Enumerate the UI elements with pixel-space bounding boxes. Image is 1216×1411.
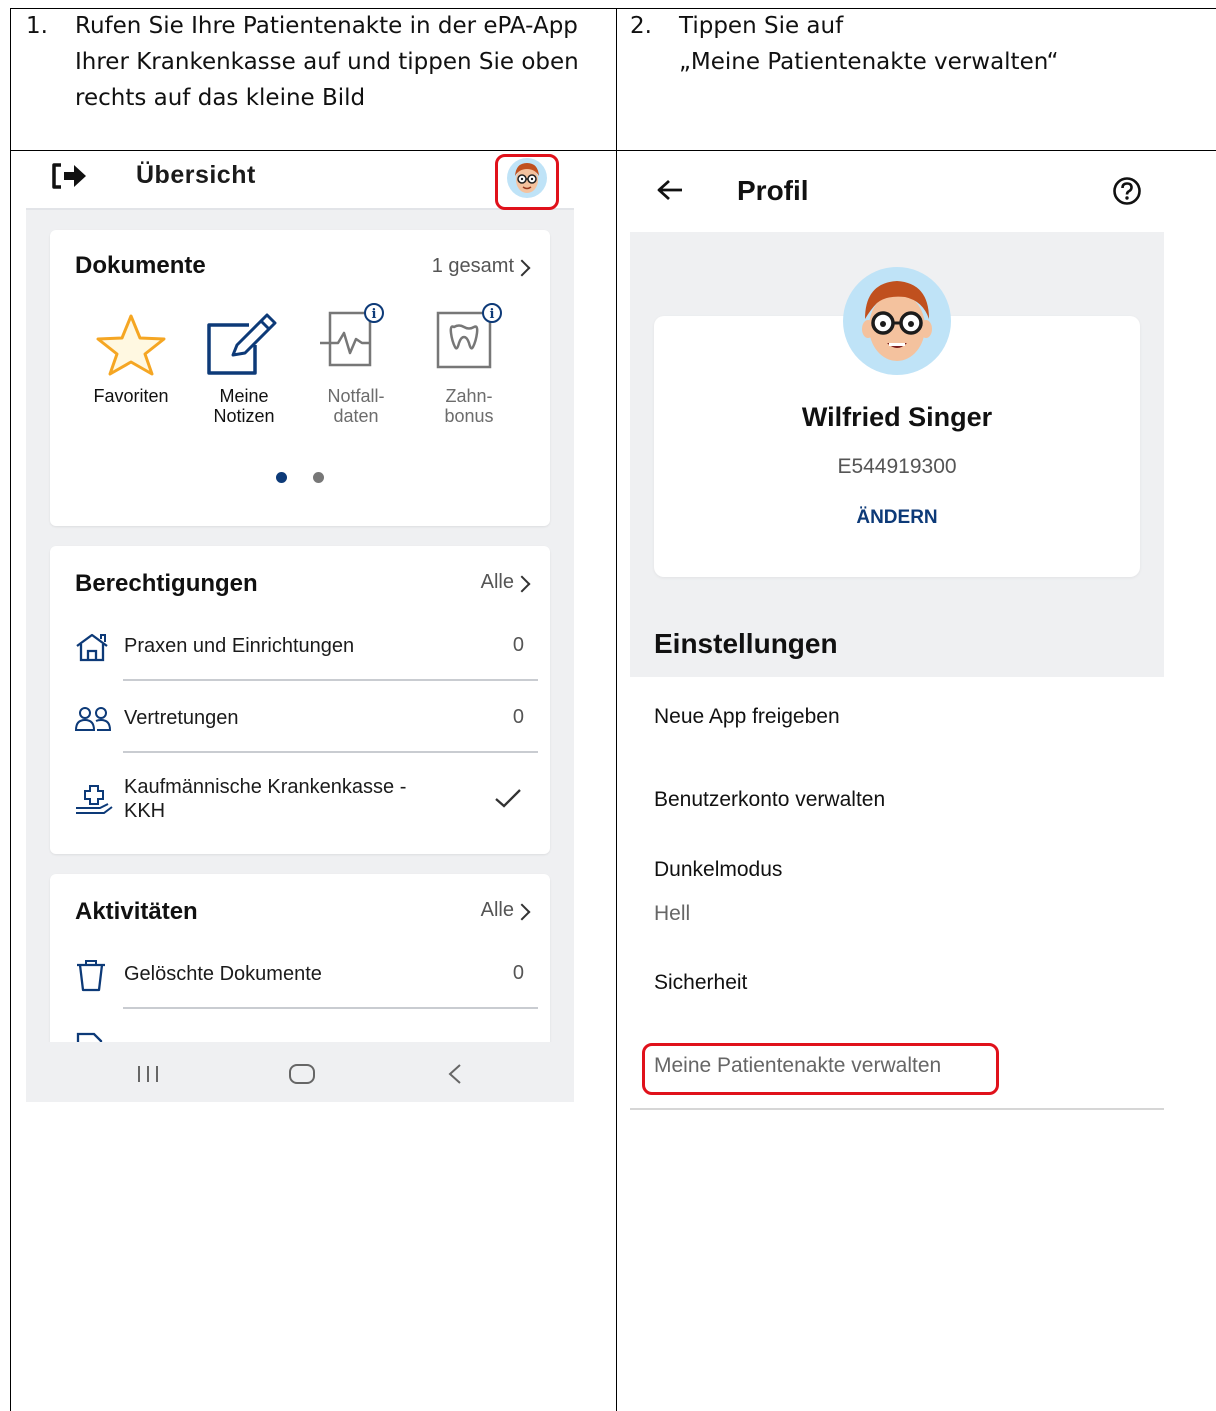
svg-text:i: i xyxy=(490,307,495,322)
page-title: Übersicht xyxy=(136,161,256,189)
activity-label: Gelöschte Dokumente xyxy=(124,963,322,985)
change-button[interactable]: ÄNDERN xyxy=(630,507,1164,529)
page-title: Profil xyxy=(737,175,809,206)
doc-item-favorites[interactable]: Favoriten xyxy=(75,386,187,406)
step-1-instruction: 1. Rufen Sie Ihre Patientenakte in der e… xyxy=(26,8,606,150)
activities-all-link[interactable]: Alle xyxy=(481,899,514,922)
step-2-number: 2. xyxy=(630,13,652,39)
permission-label: Praxen und Einrichtungen xyxy=(124,635,355,657)
menu-item-account[interactable]: Benutzerkonto verwalten xyxy=(654,788,885,812)
recent-apps-icon[interactable] xyxy=(136,1064,160,1084)
doc-item-dental-bonus[interactable]: Zahn- bonus xyxy=(413,386,525,426)
insurance-number: E544919300 xyxy=(837,455,957,478)
overview-header: Übersicht xyxy=(26,152,574,210)
permission-count: 0 xyxy=(512,706,524,728)
pager-dot[interactable] xyxy=(313,472,324,483)
settings-heading: Einstellungen xyxy=(654,628,838,659)
doc-item-label: Meine xyxy=(219,386,269,406)
doc-item-label: Zahn- xyxy=(445,386,493,406)
checkmark-icon xyxy=(495,789,521,808)
doc-item-label: daten xyxy=(333,406,379,426)
documents-card: Dokumente 1 gesamt Favoriten Meine Notiz… xyxy=(50,230,550,526)
permission-label: Kaufmännische Krankenkasse - xyxy=(124,776,407,798)
doc-item-label: Favoriten xyxy=(93,386,169,406)
row-divider xyxy=(123,679,538,681)
table-center-border xyxy=(616,8,617,1411)
chevron-right-icon[interactable] xyxy=(513,259,531,277)
menu-divider xyxy=(630,1108,1164,1110)
permission-count: 0 xyxy=(512,634,524,656)
help-icon[interactable] xyxy=(1112,176,1142,206)
back-arrow-icon[interactable] xyxy=(656,178,684,202)
avatar-icon xyxy=(843,267,951,375)
permissions-card: Berechtigungen Alle Praxen und Einrichtu… xyxy=(50,546,550,854)
insurance-hand-icon xyxy=(76,785,113,814)
home-button-icon[interactable] xyxy=(288,1063,316,1085)
dark-mode-value: Hell xyxy=(654,902,691,925)
row-divider xyxy=(123,1007,538,1009)
emergency-data-icon[interactable]: i xyxy=(318,302,398,374)
permission-label: KKH xyxy=(124,800,166,822)
profile-header: Profil xyxy=(630,152,1164,232)
permissions-all-link[interactable]: Alle xyxy=(481,571,514,594)
doc-item-label: bonus xyxy=(444,406,494,426)
home-icon xyxy=(76,633,108,662)
doc-item-emergency[interactable]: Notfall- daten xyxy=(300,386,412,426)
avatar-icon[interactable] xyxy=(507,158,547,198)
menu-item-new-app[interactable]: Neue App freigeben xyxy=(654,705,840,729)
step-1-line-1: Rufen Sie Ihre Patientenakte in der ePA-… xyxy=(75,13,578,39)
table-left-border xyxy=(10,8,11,1411)
step-2-line-1: Tippen Sie auf xyxy=(679,13,844,39)
note-edit-icon[interactable] xyxy=(203,310,283,376)
overview-screen: Übersicht Dokumente 1 gesamt Favoriten M… xyxy=(26,152,574,1102)
profile-screen: Profil Wilfried Singer E544919300 ÄNDERN… xyxy=(630,152,1164,1110)
menu-item-manage-record[interactable]: Meine Patientenakte verwalten xyxy=(654,1054,941,1078)
doc-item-label: Notizen xyxy=(213,406,275,426)
chevron-right-icon[interactable] xyxy=(513,575,531,593)
activities-title: Aktivitäten xyxy=(75,898,198,925)
menu-item-dark-mode[interactable]: Dunkelmodus xyxy=(654,858,782,882)
svg-text:i: i xyxy=(372,307,377,322)
permission-label: Vertretungen xyxy=(124,707,239,729)
step-2-line-2: „Meine Patientenakte verwalten“ xyxy=(679,49,1059,75)
step-1-line-2: Ihrer Krankenkasse auf und tippen Sie ob… xyxy=(75,49,579,75)
menu-item-security[interactable]: Sicherheit xyxy=(654,971,747,995)
activity-count: 0 xyxy=(512,962,524,984)
system-navbar xyxy=(26,1042,574,1102)
chevron-right-icon[interactable] xyxy=(513,903,531,921)
tooth-icon[interactable]: i xyxy=(434,302,514,374)
documents-title: Dokumente xyxy=(75,252,206,279)
documents-total-link[interactable]: 1 gesamt xyxy=(432,255,514,278)
doc-item-label: Notfall- xyxy=(327,386,385,406)
row-divider xyxy=(123,751,538,753)
exit-icon[interactable] xyxy=(50,162,88,190)
step-2-instruction: 2. Tippen Sie auf „Meine Patientenakte v… xyxy=(630,8,1210,150)
permissions-title: Berechtigungen xyxy=(75,570,258,597)
step-1-number: 1. xyxy=(26,13,48,39)
pager-dot-active[interactable] xyxy=(276,472,287,483)
table-row-border xyxy=(10,150,1216,151)
people-icon xyxy=(74,707,112,731)
doc-item-notes[interactable]: Meine Notizen xyxy=(188,386,300,426)
profile-name: Wilfried Singer xyxy=(801,402,993,432)
step-1-line-3: rechts auf das kleine Bild xyxy=(75,85,366,111)
star-icon[interactable] xyxy=(91,312,171,376)
trash-icon xyxy=(77,960,105,992)
back-icon[interactable] xyxy=(447,1063,463,1085)
